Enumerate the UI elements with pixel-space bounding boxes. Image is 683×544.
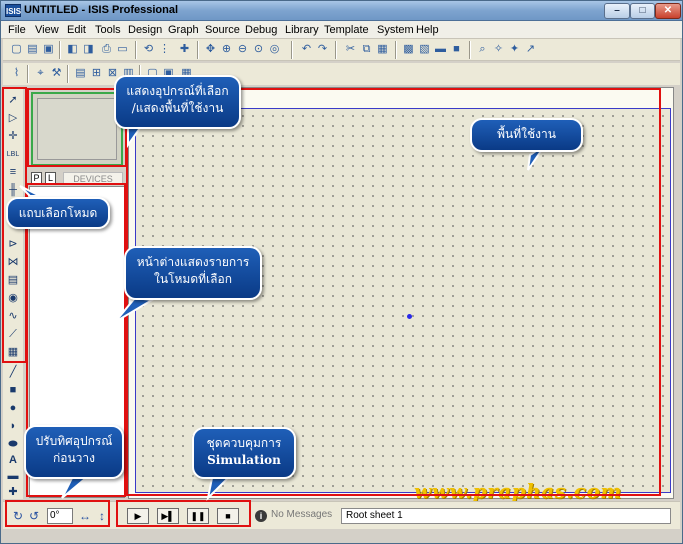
grid-icon[interactable]: ⋮ <box>157 42 172 57</box>
zoom-in-icon[interactable]: ⊕ <box>219 42 234 57</box>
pick-device-icon[interactable]: ⌕ <box>475 42 490 57</box>
menu-design[interactable]: Design <box>128 24 162 36</box>
circle-icon[interactable]: ● <box>5 401 21 416</box>
cut-icon[interactable]: ✂ <box>343 42 358 57</box>
redo-icon[interactable]: ↷ <box>315 42 330 57</box>
box-icon[interactable]: ■ <box>5 383 21 398</box>
orientation-annotation-frame <box>5 500 110 527</box>
toolbar-separator <box>291 41 293 59</box>
toolbar-separator <box>135 41 137 59</box>
toolbar-separator <box>67 65 69 83</box>
toolbar-separator <box>335 41 337 59</box>
minimize-button[interactable]: – <box>604 3 630 19</box>
menu-template[interactable]: Template <box>324 24 369 36</box>
print-icon[interactable]: ⎙ <box>99 42 114 57</box>
toolbar-separator <box>59 41 61 59</box>
info-icon: i <box>255 510 267 522</box>
menu-debug[interactable]: Debug <box>245 24 277 36</box>
search-tag-icon[interactable]: ⌖ <box>33 66 48 81</box>
import-icon[interactable]: ◧ <box>65 42 80 57</box>
redraw-icon[interactable]: ⟲ <box>141 42 156 57</box>
menu-file[interactable]: File <box>8 24 26 36</box>
property-tool-icon[interactable]: ⚒ <box>49 66 64 81</box>
paste-icon[interactable]: ▦ <box>375 42 390 57</box>
save-icon[interactable]: ▣ <box>41 42 56 57</box>
new-file-icon[interactable]: ▢ <box>9 42 24 57</box>
close-button[interactable]: ✕ <box>655 3 681 19</box>
path-icon[interactable]: ⬬ <box>5 437 21 452</box>
overview-annotation-frame <box>27 88 127 167</box>
workarea-callout-line1: พื้นที่ใช้งาน <box>497 127 556 141</box>
simulation-annotation-frame <box>116 500 251 527</box>
current-sheet-label: Root sheet 1 <box>341 508 671 524</box>
wire-autorouter-icon[interactable]: ⌇ <box>9 66 24 81</box>
simulation-callout-line2: Simulation <box>207 453 281 467</box>
print-area-icon[interactable]: ▭ <box>115 42 130 57</box>
add-sheet-icon[interactable]: ⊞ <box>89 66 104 81</box>
toolbar-separator <box>469 41 471 59</box>
menu-help[interactable]: Help <box>416 24 439 36</box>
title-bar: ISIS UNTITLED - ISIS Professional – □ ✕ <box>1 1 682 21</box>
overview-callout: แสดงอุปกรณ์ที่เลือก /แสดงพื้นที่ใช้งาน <box>114 75 241 129</box>
block-rotate-icon[interactable]: ▬ <box>433 42 448 57</box>
make-device-icon[interactable]: ✧ <box>491 42 506 57</box>
decompose-icon[interactable]: ↗ <box>523 42 538 57</box>
toolbar-separator <box>395 41 397 59</box>
orientation-callout-line2: ก่อนวาง <box>52 451 95 465</box>
new-sheet-icon[interactable]: ▤ <box>73 66 88 81</box>
isis-app-icon: ISIS <box>5 4 21 17</box>
menu-library[interactable]: Library <box>285 24 319 36</box>
simulation-callout: ชุดควบคุมการ Simulation <box>192 427 296 479</box>
marker-icon[interactable]: ✚ <box>5 485 21 500</box>
main-toolbar: ▢ ▤ ▣ ◧ ◨ ⎙ ▭ ⟲ ⋮ ✚ ✥ ⊕ ⊖ ⊙ ◎ ↶ ↷ ✂ ⧉ ▦ … <box>3 39 680 61</box>
menu-source[interactable]: Source <box>205 24 240 36</box>
menu-bar: File View Edit Tools Design Graph Source… <box>1 21 682 39</box>
toolbar-separator <box>27 65 29 83</box>
devlist-callout: หน้าต่างแสดงรายการ ในโหมดที่เลือก <box>124 246 262 300</box>
devlist-callout-line2: ในโหมดที่เลือก <box>154 272 232 286</box>
line-icon[interactable]: ╱ <box>5 365 21 380</box>
pan-icon[interactable]: ✥ <box>203 42 218 57</box>
arc-icon[interactable]: ◗ <box>5 419 21 434</box>
orientation-callout: ปรับทิศอุปกรณ์ ก่อนวาง <box>24 425 124 479</box>
message-status: No Messages <box>271 509 333 520</box>
packaging-icon[interactable]: ✦ <box>507 42 522 57</box>
block-move-icon[interactable]: ▧ <box>417 42 432 57</box>
open-folder-icon[interactable]: ▤ <box>25 42 40 57</box>
maximize-button[interactable]: □ <box>630 3 655 19</box>
zoom-out-icon[interactable]: ⊖ <box>235 42 250 57</box>
symbol-icon[interactable]: ▬ <box>5 469 21 484</box>
secondary-toolbar: ⌇ ⌖ ⚒ ▤ ⊞ ⊠ ▥ ▢ ▣ ▦ <box>3 63 680 85</box>
workarea-callout: พื้นที่ใช้งาน <box>470 118 583 152</box>
zoom-all-icon[interactable]: ⊙ <box>251 42 266 57</box>
zoom-area-icon[interactable]: ◎ <box>267 42 282 57</box>
menu-view[interactable]: View <box>35 24 59 36</box>
overview-callout-line1: แสดงอุปกรณ์ที่เลือก <box>126 84 229 98</box>
overview-callout-line2: /แสดงพื้นที่ใช้งาน <box>131 101 224 115</box>
menu-tools[interactable]: Tools <box>95 24 121 36</box>
export-icon[interactable]: ◨ <box>81 42 96 57</box>
copy-icon[interactable]: ⧉ <box>359 42 374 57</box>
modebar-callout-line1: แถบเลือกโหมด <box>18 206 98 220</box>
menu-system[interactable]: System <box>377 24 414 36</box>
menu-edit[interactable]: Edit <box>67 24 86 36</box>
devlist-callout-line1: หน้าต่างแสดงรายการ <box>136 255 250 269</box>
block-copy-icon[interactable]: ▩ <box>401 42 416 57</box>
orientation-callout-line1: ปรับทิศอุปกรณ์ <box>35 434 113 448</box>
undo-icon[interactable]: ↶ <box>299 42 314 57</box>
origin-icon[interactable]: ✚ <box>177 42 192 57</box>
simulation-callout-line1: ชุดควบคุมการ <box>206 436 282 450</box>
toolbar-separator <box>197 41 199 59</box>
menu-graph[interactable]: Graph <box>168 24 199 36</box>
text-icon[interactable]: A <box>5 453 21 468</box>
window-title: UNTITLED - ISIS Professional <box>24 4 179 16</box>
modebar-callout: แถบเลือกโหมด <box>6 197 110 229</box>
block-delete-icon[interactable]: ■ <box>449 42 464 57</box>
